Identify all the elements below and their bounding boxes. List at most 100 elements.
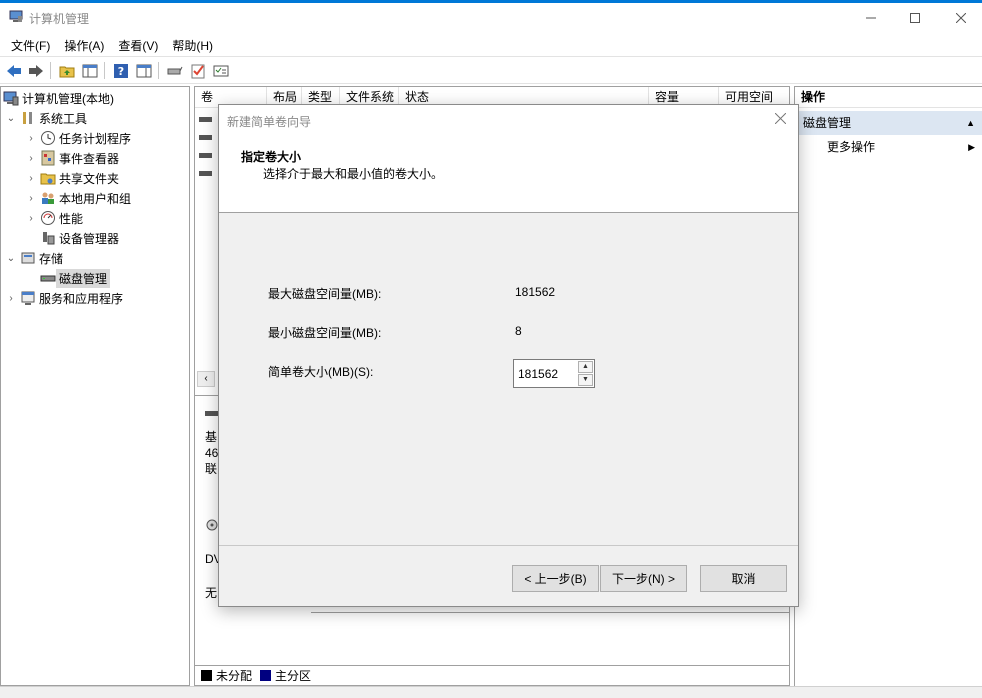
- next-button[interactable]: 下一步(N) >: [600, 565, 687, 592]
- tree-item-system-tools[interactable]: ⌄ 系统工具: [5, 108, 87, 128]
- tree-item-storage[interactable]: ⌄ 存储: [5, 248, 63, 268]
- tools-icon: [20, 110, 36, 126]
- more-actions-item[interactable]: 更多操作 ▶: [795, 136, 982, 158]
- menu-file[interactable]: 文件(F): [4, 37, 57, 54]
- shared-folder-icon: [40, 170, 56, 186]
- maximize-button[interactable]: [892, 3, 938, 33]
- disk-management-icon: [40, 270, 56, 286]
- forward-arrow-icon: [28, 64, 43, 77]
- tree-item-device-manager[interactable]: 设备管理器: [37, 228, 119, 248]
- tree-item-root[interactable]: 计算机管理(本地): [3, 88, 114, 108]
- help-icon: ?: [113, 63, 128, 78]
- properties-button[interactable]: [211, 61, 230, 80]
- chevron-right-icon[interactable]: ›: [25, 153, 37, 164]
- users-icon: [40, 190, 56, 206]
- stepper-down-button[interactable]: ▼: [578, 374, 593, 386]
- stepper-buttons: ▲ ▼: [578, 361, 593, 386]
- tree-label: 性能: [59, 211, 84, 226]
- min-space-label: 最小磁盘空间量(MB):: [268, 326, 382, 340]
- menu-bar: 文件(F) 操作(A) 查看(V) 帮助(H): [0, 34, 982, 56]
- max-space-value: 181562: [515, 285, 556, 299]
- minimize-button[interactable]: [848, 3, 894, 33]
- toolbar-separator: [158, 62, 159, 79]
- chevron-right-icon[interactable]: ›: [25, 193, 37, 204]
- legend-unallocated: 未分配: [216, 669, 253, 683]
- chevron-right-icon[interactable]: ›: [25, 213, 37, 224]
- volume-size-label: 简单卷大小(MB)(S):: [268, 365, 374, 379]
- volume-size-stepper[interactable]: ▲ ▼: [513, 359, 595, 388]
- dialog-title: 新建简单卷向导: [227, 115, 312, 129]
- volume-size-input[interactable]: [514, 360, 578, 387]
- tree-item-shared-folders[interactable]: › 共享文件夹: [25, 168, 119, 188]
- stepper-up-button[interactable]: ▲: [578, 361, 593, 373]
- back-button[interactable]: [4, 61, 23, 80]
- performance-icon: [40, 210, 56, 226]
- tree-label: 存储: [39, 251, 64, 266]
- dialog-title-bar: 新建简单卷向导: [219, 105, 798, 135]
- storage-icon: [20, 250, 36, 266]
- toolbar-separator: [50, 62, 51, 79]
- tree-item-task-scheduler[interactable]: › 任务计划程序: [25, 128, 131, 148]
- menu-help[interactable]: 帮助(H): [165, 37, 220, 54]
- new-simple-volume-wizard-dialog: 新建简单卷向导 指定卷大小 选择介于最大和最小值的卷大小。 最大磁盘空间量(MB…: [218, 104, 799, 607]
- tree-item-performance[interactable]: › 性能: [25, 208, 83, 228]
- tree-item-local-users[interactable]: › 本地用户和组: [25, 188, 131, 208]
- menu-action[interactable]: 操作(A): [57, 37, 111, 54]
- tree-label: 事件查看器: [59, 151, 120, 166]
- window-title: 计算机管理: [29, 12, 90, 26]
- device-manager-icon: [40, 230, 56, 246]
- chevron-right-icon[interactable]: ›: [25, 133, 37, 144]
- toolbar-separator: [104, 62, 105, 79]
- status-bar: [0, 686, 982, 698]
- tree-item-services-apps[interactable]: › 服务和应用程序: [5, 288, 123, 308]
- svg-text:?: ?: [117, 65, 123, 78]
- disk-connect-icon: [167, 66, 182, 74]
- max-space-label: 最大磁盘空间量(MB):: [268, 287, 382, 301]
- action-pane-icon: [136, 64, 151, 77]
- tree-label: 本地用户和组: [59, 191, 132, 206]
- cancel-button[interactable]: 取消: [700, 565, 787, 592]
- partition-border: [311, 612, 789, 613]
- tree-item-event-viewer[interactable]: › 事件查看器: [25, 148, 119, 168]
- computer-management-window: 计算机管理 文件(F) 操作(A) 查看(V) 帮助(H) ? 计算机管理(本地…: [0, 0, 982, 698]
- wizard-heading: 指定卷大小: [241, 150, 302, 164]
- tree-label: 磁盘管理: [56, 268, 111, 288]
- tree-item-disk-management[interactable]: 磁盘管理: [37, 268, 111, 288]
- menu-view[interactable]: 查看(V): [111, 37, 165, 54]
- close-icon: [956, 13, 966, 23]
- chevron-right-icon[interactable]: ›: [5, 293, 17, 304]
- computer-management-icon: [3, 90, 19, 106]
- wizard-header: 指定卷大小 选择介于最大和最小值的卷大小。: [219, 135, 798, 213]
- footer-divider: [219, 545, 798, 546]
- more-actions-label: 更多操作: [827, 140, 876, 154]
- show-hide-action-pane-button[interactable]: [134, 61, 153, 80]
- legend-primary-partition: 主分区: [275, 669, 312, 683]
- volume-drive-icon: [199, 135, 212, 140]
- back-button[interactable]: < 上一步(B): [512, 565, 599, 592]
- scroll-left-button[interactable]: ‹: [197, 371, 215, 387]
- actions-section-disk-management[interactable]: 磁盘管理 ▲: [795, 111, 982, 135]
- help-button[interactable]: ?: [111, 61, 130, 80]
- check-button[interactable]: [188, 61, 207, 80]
- console-tree: 计算机管理(本地) ⌄ 系统工具 › 任务计划程序 › 事件查看器 › 共享文件…: [0, 86, 190, 686]
- unallocated-swatch: [201, 670, 212, 681]
- forward-button[interactable]: [26, 61, 45, 80]
- legend: 未分配 主分区: [195, 665, 789, 685]
- tree-label: 服务和应用程序: [39, 291, 124, 306]
- chevron-down-icon[interactable]: ⌄: [5, 113, 17, 124]
- primary-partition-swatch: [260, 670, 272, 681]
- collapse-up-icon[interactable]: ▲: [966, 111, 975, 135]
- back-arrow-icon: [6, 64, 21, 77]
- chevron-right-icon[interactable]: ›: [25, 173, 37, 184]
- connect-button[interactable]: [165, 61, 184, 80]
- close-button[interactable]: [938, 3, 982, 33]
- dialog-close-button[interactable]: [770, 109, 790, 129]
- volume-drive-icon: [199, 153, 212, 158]
- show-hide-console-tree-button[interactable]: [80, 61, 99, 80]
- up-folder-button[interactable]: [57, 61, 76, 80]
- wizard-subheading: 选择介于最大和最小值的卷大小。: [263, 167, 444, 181]
- chevron-down-icon[interactable]: ⌄: [5, 253, 17, 264]
- actions-pane: 操作 磁盘管理 ▲ 更多操作 ▶: [794, 86, 982, 686]
- volume-drive-icon: [199, 117, 212, 122]
- tree-label: 任务计划程序: [59, 131, 132, 146]
